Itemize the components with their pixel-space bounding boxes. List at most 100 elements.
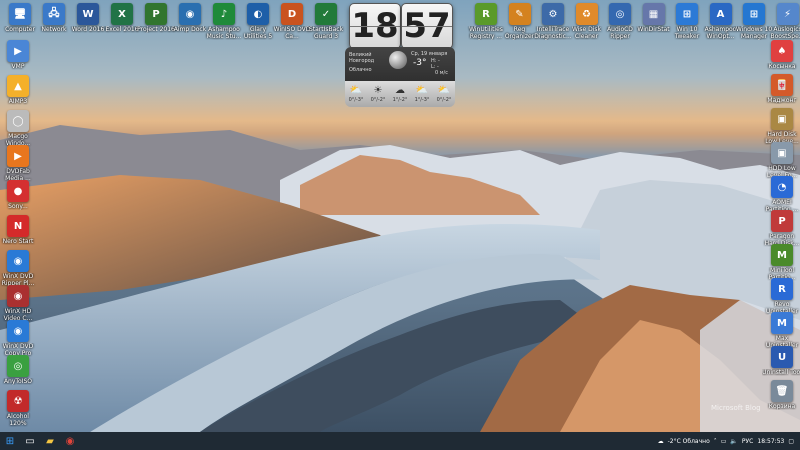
winiso-icon: D xyxy=(281,3,303,25)
desktop-icon-aimp2[interactable]: ▲ AIMP3 xyxy=(0,75,38,105)
notifications-icon[interactable]: ▢ xyxy=(788,438,794,445)
desktop-icon-winxdvd[interactable]: ◉ WinX DVD Ripper Pl... xyxy=(0,250,38,287)
desktop: 🖥 Computer 🖧 Network W Word 2016 X Excel 2016 P P… xyxy=(0,0,800,432)
desktop-icon-winxhd[interactable]: ◉ WinX HD Video C... xyxy=(0,285,38,322)
forecast-weather-icon: ⛅ xyxy=(349,85,363,96)
desktop-icon-anytoiso[interactable]: ◎ AnyToISO xyxy=(0,355,38,385)
glary-icon: ◐ xyxy=(247,3,269,25)
desktop-icon-uninstall[interactable]: U Uninstall Tool xyxy=(762,346,800,376)
auslogics-icon: ⚡ xyxy=(776,3,799,25)
forecast-weather-icon: ⛅ xyxy=(437,85,451,96)
desktop-icon-nero[interactable]: N Nero Start xyxy=(0,215,38,245)
forecast-weather-icon: ☀ xyxy=(373,85,383,96)
desktop-icon-paragon[interactable]: PParagon Hard Disk... xyxy=(762,210,800,247)
vmp-icon: ▶ xyxy=(7,40,29,62)
wisedisk-icon: ♻ xyxy=(575,3,598,25)
paragon-icon: P xyxy=(771,210,793,232)
desktop-icon-vmp[interactable]: ▶ VMP xyxy=(0,40,38,70)
weather-city: Великий Новгород xyxy=(349,52,375,64)
chrome-icon: ◉ xyxy=(65,435,75,447)
forecast-temp: 1°/-2° xyxy=(392,97,408,103)
clock-weather-widget[interactable]: 18 57 Великий Новгород Облачно Ср, 19 ян… xyxy=(345,3,455,107)
dvdfab-icon: ▶ xyxy=(7,145,29,167)
hdd-icon: ▣ xyxy=(771,142,793,164)
desktop-icon-label: VMP xyxy=(11,63,25,70)
cloud-icon: ☁ xyxy=(657,437,664,445)
desktop-icon-label: Alcohol 120% xyxy=(7,413,29,427)
desktop-icon-minitool[interactable]: MMiniTool Partitio... xyxy=(762,244,800,281)
globe-icon xyxy=(389,51,407,69)
harddisk-icon: ▣ xyxy=(771,108,793,130)
mahjong-icon: 🀄 xyxy=(771,74,793,96)
desktop-icon-label: Косынка xyxy=(768,63,796,70)
winxdvd-icon: ◉ xyxy=(7,250,29,272)
start-button[interactable]: ⊞ xyxy=(0,432,20,450)
network-icon[interactable]: ▭ xyxy=(721,438,727,445)
aiseesoft-icon: ● xyxy=(7,180,29,202)
aomei-icon: ◔ xyxy=(771,176,793,198)
task-view-icon: ▭ xyxy=(25,435,35,447)
desktop-icon-max[interactable]: MMax Uninstaller xyxy=(762,312,800,349)
clock-hours: 18 xyxy=(349,3,401,49)
forecast-weather-icon: ⛅ xyxy=(415,85,429,96)
alcohol-icon: ☢ xyxy=(7,390,29,412)
chrome-button[interactable]: ◉ xyxy=(60,432,80,450)
watermark: Microsoft Blog xyxy=(711,404,761,412)
weather-condition: Облачно xyxy=(349,67,372,73)
computer-icon: 🖥 xyxy=(9,3,31,25)
system-tray: ☁ -2°C Облачно ˄ ▭ 🔈 РУС 18:57:53 ▢ xyxy=(658,432,800,450)
desktop-icon-startisback[interactable]: ✓ StartIsBack Guard 3 xyxy=(306,3,346,40)
hdtune-icon: ⚙ xyxy=(542,3,564,25)
desktop-icon-revo[interactable]: RRevo Uninstaller xyxy=(762,278,800,315)
ashampoo-icon: ♪ xyxy=(213,3,235,25)
desktop-icon-kosynka[interactable]: ♠ Косынка xyxy=(762,40,800,70)
winxcopy-icon: ◉ xyxy=(7,320,29,342)
language-indicator[interactable]: РУС xyxy=(742,438,753,445)
desktop-icon-aomei[interactable]: ◔AOMEI Partition ... xyxy=(762,176,800,213)
weather-forecast: ⛅ 0°/-3° ☀ 0°/-2° ☁ 1°/-2° ⛅ 1°/-3° ⛅ 0°/-2° xyxy=(345,81,455,107)
desktop-icon-auslogics[interactable]: ⚡Auslogics BoostSpe... xyxy=(768,3,800,40)
desktop-icon-alcohol[interactable]: ☢ Alcohol 120% xyxy=(0,390,38,427)
aimp2-icon: ▲ xyxy=(7,75,29,97)
taskbar: ⊞ ▭ ▰ ◉ ☁ -2°C Облачно ˄ ▭ 🔈 РУС 18:57:5… xyxy=(0,432,800,450)
forecast-day: ☁ 1°/-2° xyxy=(391,85,409,103)
desktop-icon-winxcopy[interactable]: ◉ WinX DVD Copy Pro xyxy=(0,320,38,357)
chevron-up-icon[interactable]: ˄ xyxy=(714,438,717,445)
project-icon: P xyxy=(145,3,167,25)
nero-icon: N xyxy=(7,215,29,237)
weather-temp: -3° xyxy=(413,58,427,68)
desktop-icon-label: StartIsBack Guard 3 xyxy=(308,26,344,40)
desktop-icon-aiseesoft[interactable]: ● Sony... xyxy=(0,180,38,210)
forecast-temp: 0°/-3° xyxy=(348,97,364,103)
task-view-button[interactable]: ▭ xyxy=(20,432,40,450)
anytoiso-icon: ◎ xyxy=(7,355,29,377)
desktop-icon-recycle[interactable]: 🗑 Корзина xyxy=(762,380,800,410)
file-explorer-button[interactable]: ▰ xyxy=(40,432,60,450)
regorg-icon: ✎ xyxy=(508,3,531,25)
desktop-icon-dvdfab[interactable]: ▶ DVDFab Media ... xyxy=(0,145,38,182)
max-icon: M xyxy=(771,312,793,334)
windirstat-icon: ▦ xyxy=(642,3,665,25)
tray-clock[interactable]: 18:57:53 xyxy=(757,438,784,445)
folder-icon: ▰ xyxy=(46,435,54,447)
desktop-icon-label: Auslogics BoostSpe... xyxy=(770,26,800,40)
desktop-icon-label: AnyToISO xyxy=(3,378,33,385)
audiocd-icon: ◎ xyxy=(609,3,631,25)
windows-icon: ⊞ xyxy=(5,435,15,447)
win10manager-icon: ⊞ xyxy=(743,3,765,25)
network-icon: 🖧 xyxy=(43,3,65,25)
desktop-icon-macgo[interactable]: ◯ Macgo Windo... xyxy=(0,110,38,147)
forecast-temp: 1°/-3° xyxy=(414,97,430,103)
desktop-icon-label: Sony... xyxy=(8,203,28,210)
ashampoo-win-icon: A xyxy=(709,3,732,25)
forecast-day: ⛅ 0°/-2° xyxy=(435,85,453,103)
forecast-temp: 0°/-2° xyxy=(370,97,386,103)
volume-icon[interactable]: 🔈 xyxy=(730,438,737,445)
weather-wind: 0 м/с xyxy=(435,70,448,76)
desktop-icon-harddisk[interactable]: ▣Hard Disk Low Leve... xyxy=(762,108,800,145)
winutilities-icon: R xyxy=(475,3,497,25)
kosynka-icon: ♠ xyxy=(771,40,793,62)
desktop-icon-mahjong[interactable]: 🀄 Маджонг xyxy=(762,74,800,104)
tray-weather[interactable]: -2°C Облачно xyxy=(668,438,710,445)
desktop-icon-hdd[interactable]: ▣HDD Low Level Fo... xyxy=(762,142,800,179)
